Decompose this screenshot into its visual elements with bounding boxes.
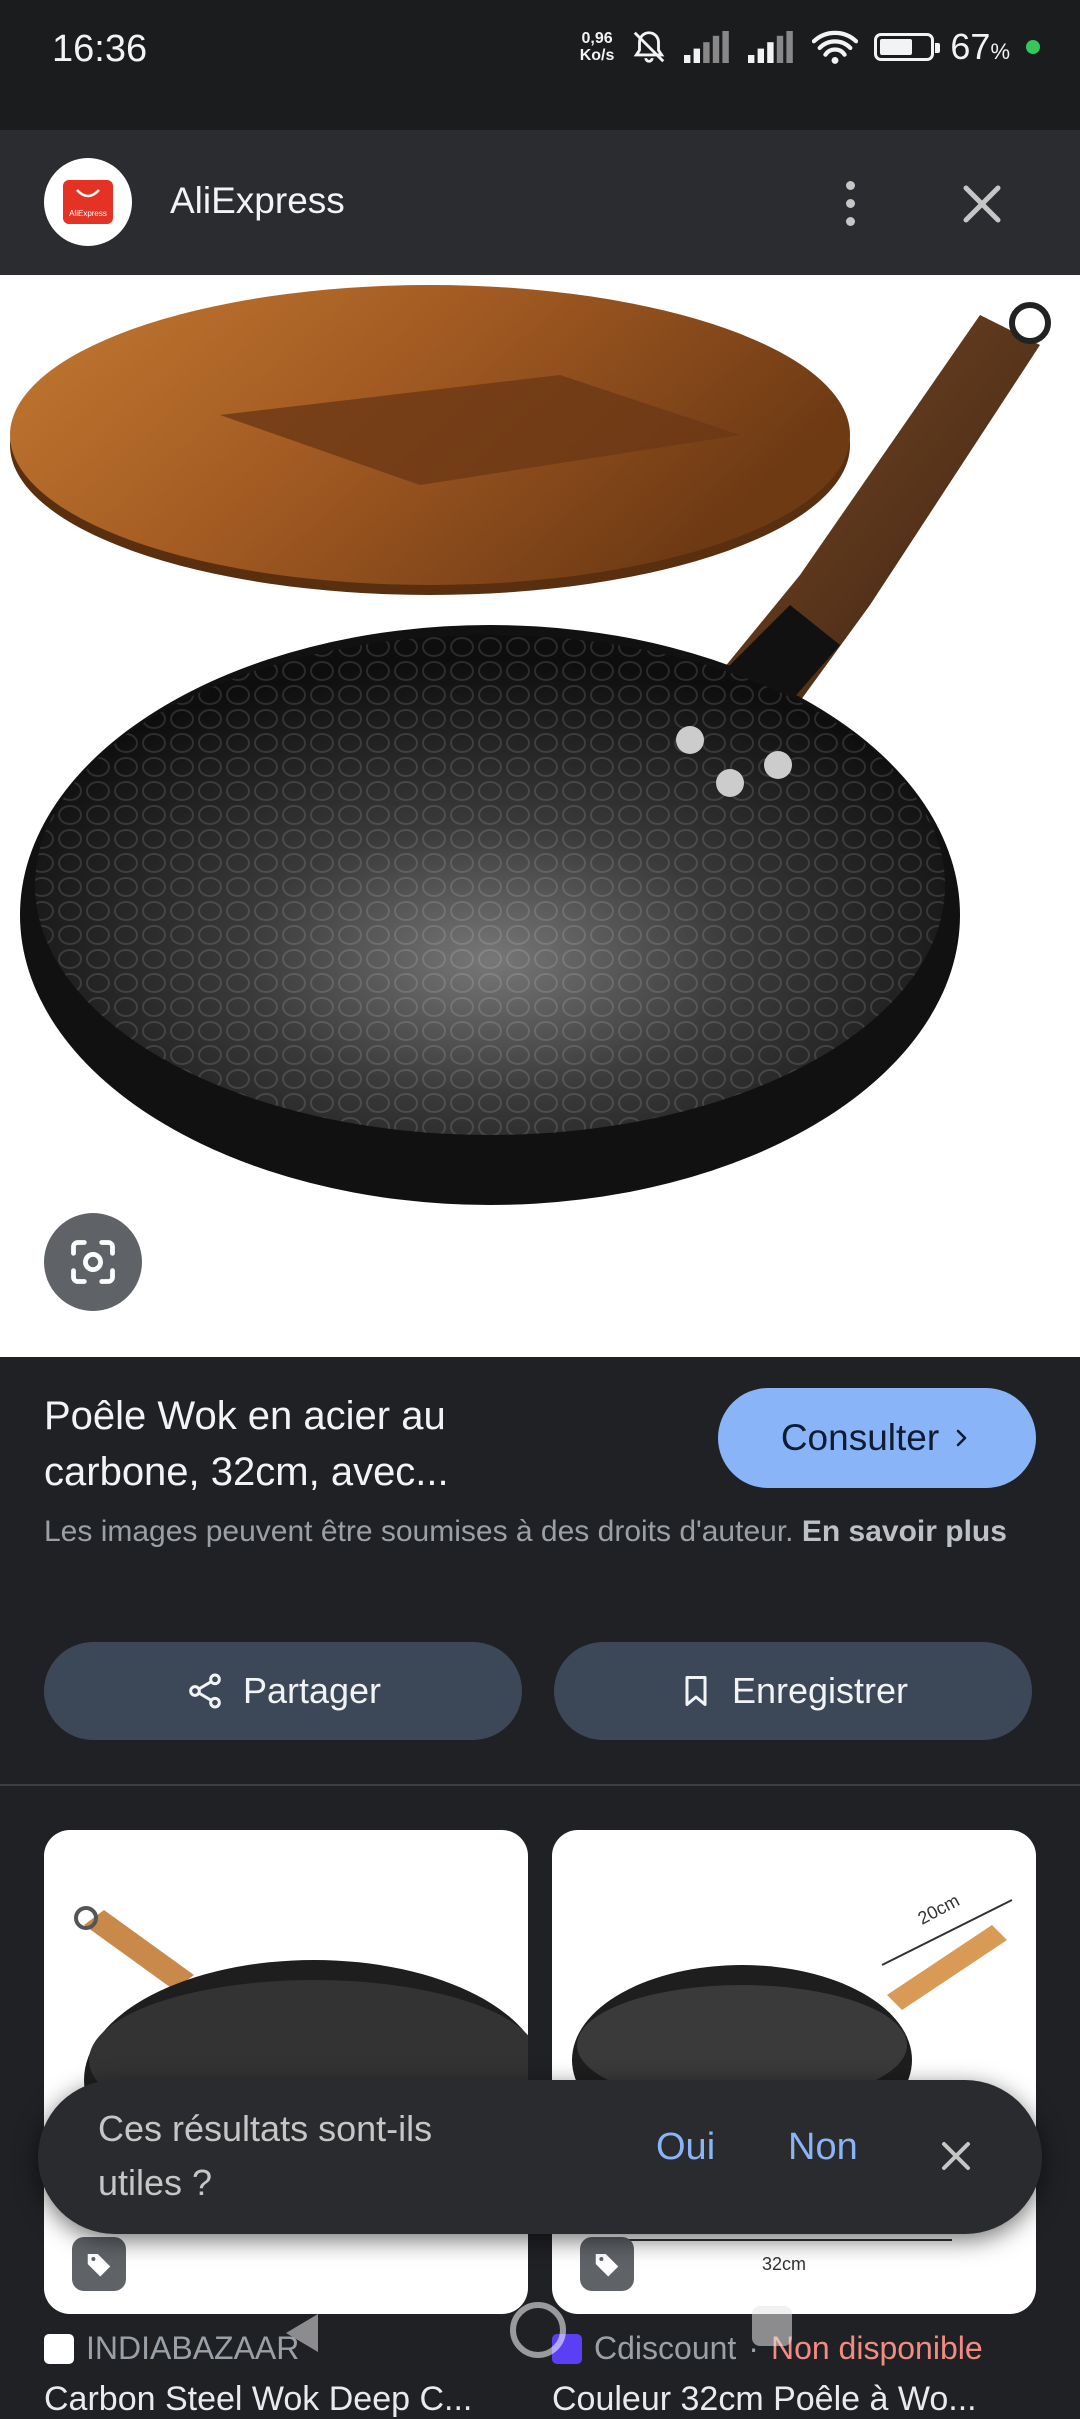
rivet xyxy=(716,769,744,797)
battery-percent-symbol: % xyxy=(990,39,1010,64)
tag-glyph xyxy=(595,2254,619,2277)
result-source-name: INDIABAZAAR xyxy=(86,2330,300,2366)
source-site-name[interactable]: AliExpress xyxy=(170,180,345,222)
hammered-texture xyxy=(35,635,945,1135)
signal-icon xyxy=(684,31,730,63)
more-vert-dot xyxy=(845,198,855,208)
close-icon xyxy=(963,185,1001,223)
feedback-no-button[interactable]: Non xyxy=(788,2126,858,2169)
share-label: Partager xyxy=(242,1670,382,1711)
product-title-line-2: carbone, 32cm, avec... xyxy=(44,1450,449,1494)
wok-handle xyxy=(84,1910,194,1990)
product-image[interactable] xyxy=(0,275,1080,1357)
save-button[interactable]: Enregistrer xyxy=(554,1642,1032,1740)
wifi-icon xyxy=(812,30,859,64)
nav-home-button[interactable] xyxy=(510,2302,566,2358)
feedback-snackbar: Ces résultats sont-ils utiles ? Oui Non xyxy=(38,2080,1042,2234)
google-lens-button[interactable] xyxy=(44,1213,142,1311)
more-vert-dot xyxy=(845,216,855,226)
share-button[interactable]: Partager xyxy=(44,1642,522,1740)
learn-more-link[interactable]: En savoir plus xyxy=(802,1515,1007,1548)
signal-icon xyxy=(748,31,794,63)
shopping-tag-icon xyxy=(72,2237,126,2291)
bookmark-icon xyxy=(685,1676,707,1706)
more-vert-icon xyxy=(845,180,855,190)
result-source[interactable]: INDIABAZAAR xyxy=(44,2330,299,2367)
close-icon xyxy=(942,2142,970,2170)
tag-glyph xyxy=(87,2254,111,2277)
status-time: 16:36 xyxy=(52,28,148,70)
share-icon xyxy=(189,1673,221,1709)
copyright-notice: Les images peuvent être soumises à des d… xyxy=(44,1510,1034,1554)
bell-off-icon xyxy=(634,31,665,63)
section-divider xyxy=(0,1784,1080,1786)
rivet xyxy=(676,726,704,754)
more-options-button[interactable] xyxy=(832,168,868,238)
feedback-yes-button[interactable]: Oui xyxy=(656,2126,715,2169)
chevron-right-icon xyxy=(956,1429,967,1447)
status-icons: 0,96 Ko/s 67% xyxy=(580,26,1040,68)
shopping-tag-icon xyxy=(580,2237,634,2291)
network-speed-value: 0,96 xyxy=(581,30,613,47)
save-label: Enregistrer xyxy=(731,1670,909,1711)
result-source-name: Cdiscount xyxy=(594,2330,737,2366)
visit-button[interactable]: Consulter xyxy=(718,1388,1036,1488)
nav-recents-button[interactable] xyxy=(752,2306,792,2346)
rivet xyxy=(764,751,792,779)
wok-handle xyxy=(887,1925,1007,2010)
feedback-close-button[interactable] xyxy=(930,2130,982,2182)
availability-status: Non disponible xyxy=(770,2330,983,2366)
dimension-label-height: 20cm xyxy=(914,1890,962,1928)
aliexpress-logo[interactable]: AliExpress xyxy=(44,158,132,246)
product-title[interactable]: Poêle Wok en acier au carbone, 32cm, ave… xyxy=(44,1388,684,1500)
wok-illustration xyxy=(10,285,1051,1205)
logo-text: AliExpress xyxy=(69,209,107,218)
feedback-question: Ces résultats sont-ils utiles ? xyxy=(98,2108,433,2203)
app-header xyxy=(0,130,1080,275)
battery-fill xyxy=(880,39,913,55)
handle-ring xyxy=(1009,302,1051,344)
network-speed-unit: Ko/s xyxy=(579,47,615,64)
battery-icon xyxy=(874,33,941,61)
battery-percent: 67% xyxy=(950,26,1010,67)
back-triangle-icon xyxy=(286,2314,318,2352)
network-speed: 0,96 Ko/s xyxy=(580,30,615,64)
product-title-line-1: Poêle Wok en acier au xyxy=(44,1394,446,1438)
shopping-bag-icon: AliExpress xyxy=(63,180,113,224)
dimension-label-width: 32cm xyxy=(762,2254,806,2274)
charging-dot-icon xyxy=(1026,40,1040,54)
close-button[interactable] xyxy=(950,172,1014,236)
lens-icon xyxy=(71,1240,115,1284)
copyright-text: Les images peuvent être soumises à des d… xyxy=(44,1515,794,1548)
indiabazaar-favicon xyxy=(44,2333,74,2364)
nav-back-button[interactable] xyxy=(282,2310,322,2356)
visit-label: Consulter xyxy=(780,1417,940,1458)
